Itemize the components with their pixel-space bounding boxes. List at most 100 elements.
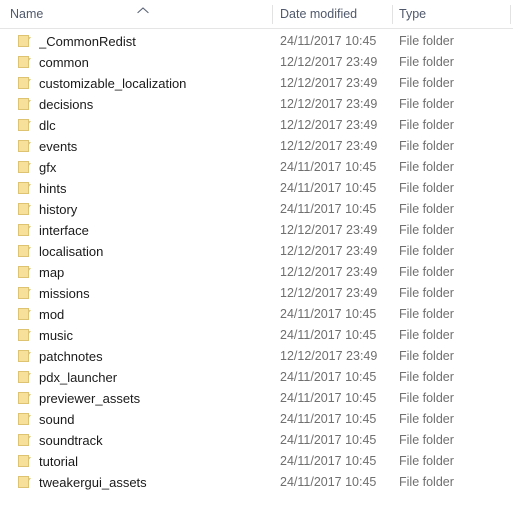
table-row[interactable]: history 24/11/2017 10:45 File folder (0, 199, 513, 220)
file-name-cell[interactable]: patchnotes (39, 346, 267, 367)
file-name-cell[interactable]: history (39, 199, 267, 220)
table-row[interactable]: gfx 24/11/2017 10:45 File folder (0, 157, 513, 178)
file-name-cell[interactable]: music (39, 325, 267, 346)
date-modified-cell: 12/12/2017 23:49 (280, 244, 378, 258)
folder-icon (18, 118, 33, 132)
date-modified-cell: 24/11/2017 10:45 (280, 181, 377, 195)
file-name-cell[interactable]: decisions (39, 94, 267, 115)
file-name-cell[interactable]: hints (39, 178, 267, 199)
table-row[interactable]: previewer_assets 24/11/2017 10:45 File fol… (0, 388, 513, 409)
date-modified-cell: 12/12/2017 23:49 (280, 118, 378, 132)
folder-icon (18, 412, 33, 426)
table-row[interactable]: pdx_launcher 24/11/2017 10:45 File folder (0, 367, 513, 388)
date-modified-cell: 24/11/2017 10:45 (280, 391, 377, 405)
table-row[interactable]: sound 24/11/2017 10:45 File folder (0, 409, 513, 430)
column-header-date-modified[interactable]: Date modified (280, 0, 388, 28)
file-name-cell[interactable]: missions (39, 283, 267, 304)
folder-icon (18, 349, 33, 363)
date-modified-cell: 24/11/2017 10:45 (280, 328, 377, 342)
folder-icon (18, 433, 33, 447)
table-row[interactable]: tweakergui_assets 24/11/2017 10:45 File fo… (0, 472, 513, 493)
file-type-cell: File folder (399, 160, 454, 174)
table-row[interactable]: customizable_localization 12/12/2017 23:4… (0, 73, 513, 94)
date-modified-cell: 24/11/2017 10:45 (280, 475, 377, 489)
folder-icon (18, 475, 33, 489)
file-type-cell: File folder (399, 265, 454, 279)
column-header-type[interactable]: Type (399, 0, 504, 28)
date-modified-cell: 24/11/2017 10:45 (280, 307, 377, 321)
file-type-cell: File folder (399, 349, 454, 363)
file-name-cell[interactable]: dlc (39, 115, 267, 136)
table-row[interactable]: map 12/12/2017 23:49 File folder (0, 262, 513, 283)
file-type-cell: File folder (399, 55, 454, 69)
table-row[interactable]: decisions 12/12/2017 23:49 File folder (0, 94, 513, 115)
file-name-cell[interactable]: pdx_launcher (39, 367, 267, 388)
file-name-cell[interactable]: soundtrack (39, 430, 267, 451)
date-modified-cell: 12/12/2017 23:49 (280, 97, 378, 111)
table-row[interactable]: hints 24/11/2017 10:45 File folder (0, 178, 513, 199)
folder-icon (18, 181, 33, 195)
file-name-cell[interactable]: tutorial (39, 451, 267, 472)
file-name-cell[interactable]: _CommonRedist (39, 31, 267, 52)
table-row[interactable]: _CommonRedist 24/11/2017 10:45 File folder (0, 31, 513, 52)
file-name-cell[interactable]: common (39, 52, 267, 73)
table-row[interactable]: missions 12/12/2017 23:49 File folder (0, 283, 513, 304)
file-name-cell[interactable]: tweakergui_assets (39, 472, 267, 493)
file-name-cell[interactable]: customizable_localization (39, 73, 267, 94)
file-rows-container: _CommonRedist 24/11/2017 10:45 File folder… (0, 31, 513, 493)
table-row[interactable]: patchnotes 12/12/2017 23:49 File folder (0, 346, 513, 367)
table-row[interactable]: soundtrack 24/11/2017 10:45 File folder (0, 430, 513, 451)
date-modified-cell: 24/11/2017 10:45 (280, 433, 377, 447)
folder-icon (18, 223, 33, 237)
file-name-cell[interactable]: events (39, 136, 267, 157)
folder-icon (18, 34, 33, 48)
file-type-cell: File folder (399, 475, 454, 489)
file-name-cell[interactable]: mod (39, 304, 267, 325)
file-type-cell: File folder (399, 307, 454, 321)
folder-icon (18, 328, 33, 342)
folder-icon (18, 307, 33, 321)
chevron-up-icon (137, 6, 149, 15)
file-type-cell: File folder (399, 244, 454, 258)
file-name-cell[interactable]: localisation (39, 241, 267, 262)
date-modified-cell: 12/12/2017 23:49 (280, 223, 378, 237)
folder-icon (18, 76, 33, 90)
file-type-cell: File folder (399, 76, 454, 90)
file-type-cell: File folder (399, 370, 454, 384)
folder-icon (18, 265, 33, 279)
folder-icon (18, 139, 33, 153)
file-name-cell[interactable]: sound (39, 409, 267, 430)
folder-icon (18, 244, 33, 258)
table-row[interactable]: music 24/11/2017 10:45 File folder (0, 325, 513, 346)
file-type-cell: File folder (399, 286, 454, 300)
file-type-cell: File folder (399, 391, 454, 405)
column-divider-3[interactable] (510, 5, 511, 24)
table-row[interactable]: interface 12/12/2017 23:49 File folder (0, 220, 513, 241)
file-name-cell[interactable]: gfx (39, 157, 267, 178)
table-row[interactable]: dlc 12/12/2017 23:49 File folder (0, 115, 513, 136)
folder-icon (18, 160, 33, 174)
date-modified-cell: 24/11/2017 10:45 (280, 412, 377, 426)
date-modified-cell: 12/12/2017 23:49 (280, 349, 378, 363)
date-modified-cell: 24/11/2017 10:45 (280, 34, 377, 48)
table-row[interactable]: localisation 12/12/2017 23:49 File folder (0, 241, 513, 262)
table-row[interactable]: events 12/12/2017 23:49 File folder (0, 136, 513, 157)
date-modified-cell: 12/12/2017 23:49 (280, 139, 378, 153)
file-name-cell[interactable]: previewer_assets (39, 388, 267, 409)
folder-icon (18, 370, 33, 384)
file-name-cell[interactable]: interface (39, 220, 267, 241)
file-type-cell: File folder (399, 202, 454, 216)
folder-icon (18, 97, 33, 111)
file-name-cell[interactable]: map (39, 262, 267, 283)
folder-icon (18, 286, 33, 300)
folder-icon (18, 391, 33, 405)
date-modified-cell: 12/12/2017 23:49 (280, 76, 378, 90)
table-row[interactable]: mod 24/11/2017 10:45 File folder (0, 304, 513, 325)
file-type-cell: File folder (399, 328, 454, 342)
table-row[interactable]: common 12/12/2017 23:49 File folder (0, 52, 513, 73)
file-type-cell: File folder (399, 433, 454, 447)
column-divider-1[interactable] (272, 5, 273, 24)
file-type-cell: File folder (399, 181, 454, 195)
column-divider-2[interactable] (392, 5, 393, 24)
table-row[interactable]: tutorial 24/11/2017 10:45 File folder (0, 451, 513, 472)
